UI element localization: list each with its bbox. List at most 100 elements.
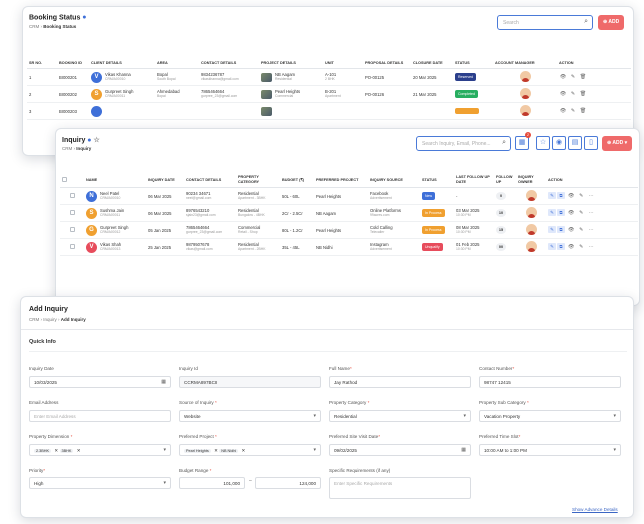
project-type: Commercial [275, 94, 294, 98]
full-name-field[interactable]: Jay Rathod [329, 376, 471, 388]
delete-icon[interactable]: 🗑 [579, 74, 587, 81]
chevron-down-icon: ▾ [163, 447, 166, 453]
crumb-crm[interactable]: CRM [29, 24, 39, 29]
view-icon[interactable]: 👁 [559, 74, 567, 81]
copy-icon[interactable]: ⧉ [557, 243, 565, 250]
table-row[interactable]: N Neel Patel CRM/A00010 06 Mar 2025 90234 34… [60, 187, 638, 205]
edit-icon[interactable]: ✎ [577, 244, 585, 251]
budget-min-field[interactable]: 101,000 [179, 477, 245, 489]
row-checkbox[interactable] [69, 210, 75, 215]
follow-up-count[interactable]: 10 [496, 209, 506, 217]
column-header: AREA [155, 59, 199, 69]
proposal-details[interactable]: PO-00126 [363, 85, 411, 103]
more-icon[interactable]: ⋯ [587, 210, 595, 217]
copy-icon[interactable]: ⧉ [557, 209, 565, 216]
more-icon[interactable]: ⋯ [587, 227, 595, 234]
more-icon[interactable]: ⋯ [587, 244, 595, 251]
property-subcategory-select[interactable]: Vacation Property ▾ [479, 410, 621, 422]
dimension-chip[interactable]: 2.3BHK [34, 449, 52, 453]
status-badge[interactable]: In Process [422, 226, 445, 234]
export-button[interactable]: ▤ [568, 136, 582, 150]
proposal-details[interactable]: PO-00125 [363, 68, 411, 86]
copy-icon[interactable]: ⧉ [557, 226, 565, 233]
inquiry-date-field[interactable]: 10/03/2025 ▦ [29, 376, 171, 388]
contact-number-field[interactable]: 98747 12415 [479, 376, 621, 388]
property-category-select[interactable]: Residential ▾ [329, 410, 471, 422]
status-badge[interactable]: Unqualify [422, 243, 443, 251]
page-title: Add Inquiry [29, 306, 68, 313]
status-badge[interactable]: In Process [422, 209, 445, 217]
more-icon[interactable]: ⋯ [587, 193, 595, 200]
dimension-chip[interactable]: 3BHK [59, 449, 74, 453]
crumb-crm[interactable]: CRM [29, 317, 39, 322]
edit-icon[interactable]: ✎ [577, 193, 585, 200]
search-input[interactable]: Search Inquiry, Email, Phone... ⌕ [416, 136, 511, 151]
booking-id[interactable]: BI000202 [57, 85, 89, 103]
edit-icon[interactable]: ✎ [548, 226, 556, 233]
crumb-crm[interactable]: CRM [62, 146, 72, 151]
property-dimension-select[interactable]: 2.3BHK ✕ 3BHK ✕ ▾ [29, 444, 171, 456]
project-chip[interactable]: NB Nidhi [219, 449, 239, 453]
site-visit-date-field[interactable]: 09/02/2025 ▦ [329, 444, 471, 456]
time-slot-select[interactable]: 10:00 AM to 1:00 PM ▾ [479, 444, 621, 456]
priority-select[interactable]: High ▾ [29, 477, 171, 489]
view-icon[interactable]: 👁 [559, 108, 567, 115]
email-field[interactable]: Enter Email Address [29, 410, 171, 422]
follow-up-count[interactable]: 00 [496, 243, 506, 251]
crumb-inquiry[interactable]: Inquiry [43, 317, 57, 322]
view-icon[interactable]: 👁 [567, 193, 575, 200]
delete-icon[interactable]: 🗑 [579, 91, 587, 98]
view-icon[interactable]: 👁 [567, 227, 575, 234]
table-row[interactable]: 3 BI000203 👁 ✎ 🗑 [27, 102, 631, 120]
follow-up: 10 [494, 204, 516, 222]
calendar-button[interactable]: ▦ [515, 136, 529, 150]
edit-icon[interactable]: ✎ [577, 227, 585, 234]
calendar-icon[interactable]: ▦ [461, 447, 466, 453]
calendar-icon[interactable]: ▦ [161, 379, 166, 385]
row-checkbox[interactable] [69, 227, 75, 232]
booking-id[interactable]: BI000201 [57, 68, 89, 86]
edit-icon[interactable]: ✎ [569, 91, 577, 98]
favorite-button[interactable]: ☆ [536, 136, 550, 150]
status-badge[interactable]: New [422, 192, 436, 200]
project-chip[interactable]: Pearl Heights [184, 449, 211, 453]
copy-icon[interactable]: ⧉ [557, 192, 565, 199]
budget-max-field[interactable]: 124,000 [255, 477, 321, 489]
table-row[interactable]: G Gurpreet Singh CRM/A00012 05 Jan 2025 7865… [60, 221, 638, 239]
edit-icon[interactable]: ✎ [569, 108, 577, 115]
table-row[interactable]: V Vikas Shah CRM/A00013 25 Jan 2025 98795076… [60, 238, 638, 256]
delete-icon[interactable]: 🗑 [579, 108, 587, 115]
document-button[interactable]: ▯ [584, 136, 598, 150]
add-button[interactable]: ⊕ ADD ▾ [602, 136, 633, 151]
booking-id[interactable]: BI000203 [57, 102, 89, 120]
edit-icon[interactable]: ✎ [577, 210, 585, 217]
view-icon[interactable]: 👁 [567, 210, 575, 217]
preferred-project-select[interactable]: Pearl Heights ✕ NB Nidhi ✕ ▾ [179, 444, 321, 456]
email: gurpree_23@gmail.com [201, 94, 238, 98]
table-row[interactable]: S Sushma Jain CRM/A00011 06 Mar 2025 8976543… [60, 204, 638, 222]
edit-icon[interactable]: ✎ [548, 192, 556, 199]
edit-icon[interactable]: ✎ [548, 209, 556, 216]
edit-icon[interactable]: ✎ [548, 243, 556, 250]
row-checkbox[interactable] [69, 244, 75, 249]
advance-details-link[interactable]: Show Advance Details [572, 507, 618, 512]
contact-details: 9879507678 vikas@gmail.com [184, 238, 236, 256]
table-row[interactable]: 1 BI000201 V Vikas Khanna CRM/A00010 Bopal Sou… [27, 68, 631, 86]
add-button[interactable]: ⊕ ADD [598, 15, 625, 30]
row-checkbox[interactable] [69, 193, 75, 198]
owner-avatar [525, 224, 537, 235]
follow-up-count[interactable]: 15 [496, 226, 506, 234]
follow-up-count[interactable]: 0 [496, 192, 506, 200]
view-button[interactable]: ◉ [552, 136, 566, 150]
edit-icon[interactable]: ✎ [569, 74, 577, 81]
view-icon[interactable]: 👁 [567, 244, 575, 251]
table-row[interactable]: 2 BI000202 S Gurpreet Singh CRM/A00011 Ahmeda… [27, 85, 631, 103]
email: sjain23@gmail.com [186, 213, 216, 217]
select-all-checkbox[interactable] [62, 176, 67, 182]
star-icon[interactable]: ☆ [93, 136, 99, 144]
proposal-details[interactable] [363, 102, 411, 120]
search-input[interactable]: Search ⌕ [497, 15, 593, 30]
requirements-textarea[interactable]: Enter Specific Requirements [329, 477, 471, 499]
view-icon[interactable]: 👁 [559, 91, 567, 98]
source-select[interactable]: Website ▾ [179, 410, 321, 422]
